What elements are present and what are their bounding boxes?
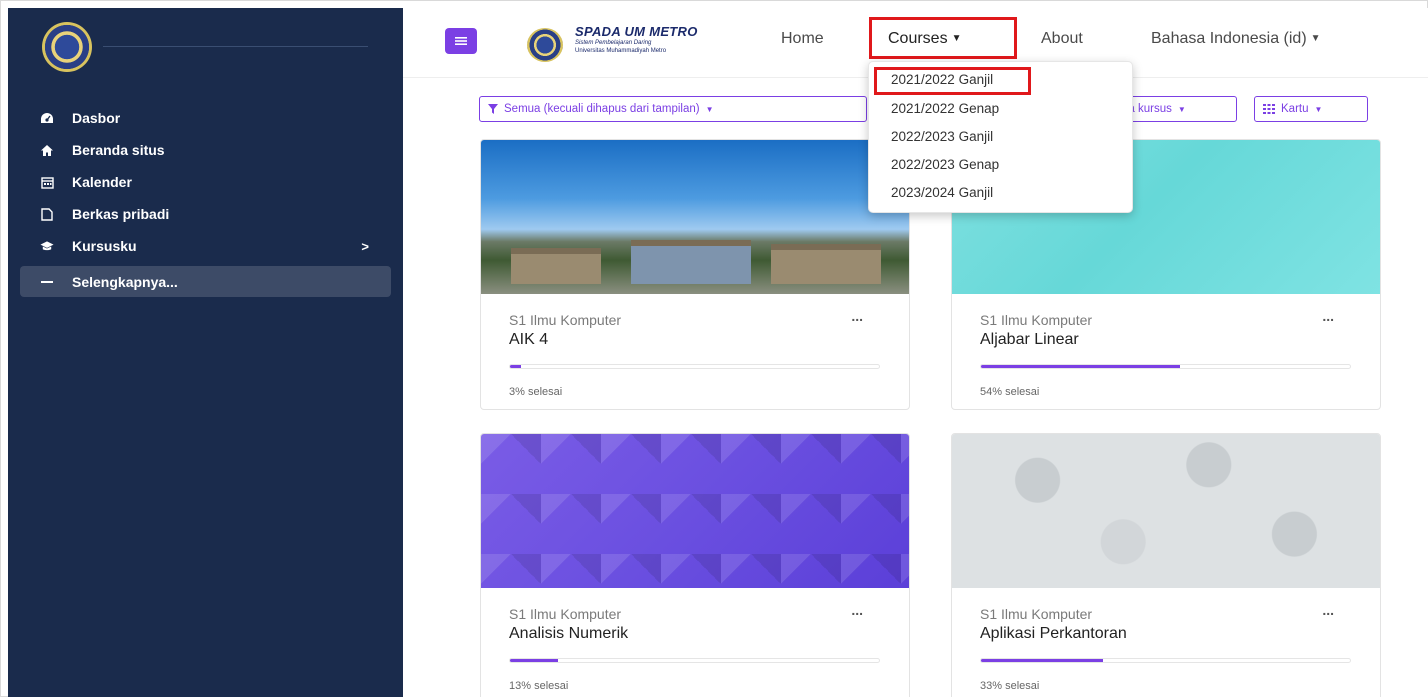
sidebar-item-label: Selengkapnya... [72, 273, 178, 290]
course-name[interactable]: Aljabar Linear [980, 331, 1079, 349]
progress-text: 3% selesai [509, 386, 563, 398]
caret-down-icon: ▼ [1314, 104, 1323, 114]
sidebar-nav: Dasbor Beranda situs Kalender Berkas pri… [8, 102, 403, 297]
progress-text: 13% selesai [509, 680, 569, 692]
progress-bar [509, 658, 880, 663]
nav-courses[interactable]: Courses ▼ [888, 30, 961, 48]
sidebar-item-label: Dasbor [72, 110, 121, 126]
dropdown-item-2022-2023-ganjil[interactable]: 2022/2023 Ganjil [891, 129, 993, 144]
university-logo [42, 22, 92, 72]
course-name[interactable]: AIK 4 [509, 331, 548, 349]
menu-toggle-button[interactable] [445, 28, 477, 54]
campus-building [511, 248, 601, 284]
course-category: S1 Ilmu Komputer [509, 606, 622, 622]
course-category: S1 Ilmu Komputer [980, 312, 1093, 328]
home-icon [40, 143, 54, 157]
sidebar-item-label: Kalender [72, 174, 132, 190]
progress-bar [509, 364, 880, 369]
progress-text: 33% selesai [980, 680, 1040, 692]
sidebar-item-kursusku[interactable]: Kursusku > [8, 230, 403, 262]
caret-down-icon: ▼ [951, 33, 962, 44]
course-card[interactable]: S1 Ilmu Komputer ... Analisis Numerik 13… [480, 433, 910, 697]
course-menu-icon[interactable]: ... [1322, 602, 1334, 618]
sidebar-item-dasbor[interactable]: Dasbor [8, 102, 403, 134]
course-category: S1 Ilmu Komputer [980, 606, 1093, 622]
grid-icon [1263, 104, 1275, 114]
course-image[interactable] [952, 434, 1380, 588]
campus-building [631, 240, 751, 284]
sidebar-item-label: Beranda situs [72, 142, 165, 158]
dashboard-icon [40, 111, 54, 125]
caret-down-icon: ▼ [705, 104, 714, 114]
more-icon [40, 275, 54, 289]
sidebar-item-label: Kursusku [72, 238, 137, 254]
course-card[interactable]: S1 Ilmu Komputer ... Aplikasi Perkantora… [951, 433, 1381, 697]
grouping-filter-button[interactable]: Semua (kecuali dihapus dari tampilan) ▼ [479, 96, 867, 122]
progress-fill [981, 365, 1181, 368]
file-icon [40, 207, 54, 221]
progress-text: 54% selesai [980, 386, 1040, 398]
language-menu[interactable]: Bahasa Indonesia (id) ▼ [1151, 30, 1321, 48]
caret-down-icon: ▼ [1177, 104, 1186, 114]
progress-fill [510, 365, 522, 368]
course-name[interactable]: Aplikasi Perkantoran [980, 625, 1127, 643]
chevron-right-icon: > [361, 238, 369, 254]
nav-about[interactable]: About [1041, 30, 1083, 48]
sidebar-item-beranda-situs[interactable]: Beranda situs [8, 134, 403, 166]
dropdown-item-2021-2022-genap[interactable]: 2021/2022 Genap [891, 101, 999, 116]
brand-logo[interactable] [527, 28, 563, 62]
course-card[interactable]: S1 Ilmu Komputer ... AIK 4 3% selesai [480, 139, 910, 410]
course-menu-icon[interactable]: ... [851, 602, 863, 618]
brand-university: Universitas Muhammadiyah Metro [575, 48, 667, 54]
nav-courses-label: Courses [888, 30, 948, 47]
course-image[interactable] [481, 434, 909, 588]
nav-home[interactable]: Home [781, 30, 824, 48]
dropdown-item-2021-2022-ganjil[interactable]: 2021/2022 Ganjil [891, 72, 993, 87]
dropdown-item-2023-2024-ganjil[interactable]: 2023/2024 Ganjil [891, 185, 993, 200]
graduation-cap-icon [40, 239, 54, 253]
progress-fill [510, 659, 558, 662]
course-category: S1 Ilmu Komputer [509, 312, 622, 328]
dropdown-item-2022-2023-genap[interactable]: 2022/2023 Genap [891, 157, 999, 172]
sidebar: Dasbor Beranda situs Kalender Berkas pri… [8, 8, 403, 697]
sidebar-divider [103, 46, 368, 47]
grouping-filter-label: Semua (kecuali dihapus dari tampilan) [504, 103, 700, 115]
progress-fill [981, 659, 1103, 662]
sidebar-item-kalender[interactable]: Kalender [8, 166, 403, 198]
progress-bar [980, 364, 1351, 369]
view-filter-button[interactable]: Kartu ▼ [1254, 96, 1368, 122]
view-filter-label: Kartu [1281, 103, 1309, 115]
filter-icon [488, 104, 498, 114]
course-name[interactable]: Analisis Numerik [509, 625, 628, 643]
brand-title[interactable]: SPADA UM METRO [575, 24, 698, 39]
progress-bar [980, 658, 1351, 663]
sidebar-item-selengkapnya[interactable]: Selengkapnya... [20, 266, 391, 297]
language-label: Bahasa Indonesia (id) [1151, 30, 1307, 47]
calendar-icon [40, 175, 54, 189]
hamburger-icon [455, 37, 467, 45]
course-menu-icon[interactable]: ... [851, 308, 863, 324]
caret-down-icon: ▼ [1310, 33, 1321, 44]
course-image[interactable] [481, 140, 909, 294]
sidebar-item-berkas-pribadi[interactable]: Berkas pribadi [8, 198, 403, 230]
brand-subtitle: Sistem Pembelajaran Daring [575, 40, 652, 46]
course-menu-icon[interactable]: ... [1322, 308, 1334, 324]
campus-building [771, 244, 881, 284]
sidebar-item-label: Berkas pribadi [72, 206, 170, 222]
courses-dropdown-menu: 2021/2022 Ganjil 2021/2022 Genap 2022/20… [868, 61, 1133, 213]
